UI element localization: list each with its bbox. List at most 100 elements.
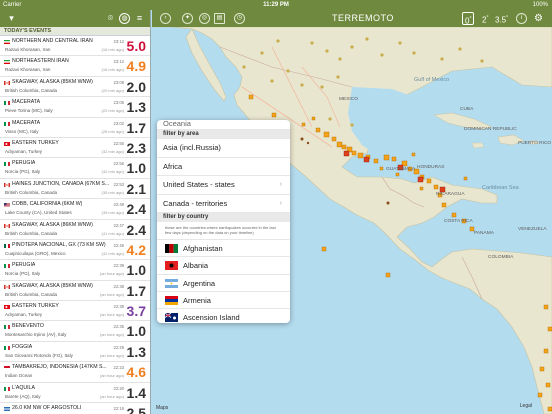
event-place: EASTERN TURKEY: [12, 303, 59, 310]
event-row[interactable]: PERUGIA Norcia (PG), Italy 22:56 (32 min ag…: [0, 158, 150, 179]
country-label: Armenia: [183, 295, 211, 305]
event-region: British Columbia, Canada: [5, 189, 58, 195]
flag-mx-icon: [4, 243, 10, 248]
flag-it-icon: [4, 264, 10, 269]
event-row[interactable]: PERUGIA Norcia (PG), Italy 22:39 (an hour a…: [0, 260, 150, 281]
event-magnitude: 4.2: [126, 241, 146, 258]
event-magnitude: 1.0: [126, 262, 146, 279]
event-region: Norcia (PG), Italy: [5, 271, 41, 277]
depth-filter[interactable]: 0°: [462, 12, 475, 26]
settings-gear-icon[interactable]: ⚙: [533, 13, 544, 24]
country-row-albania[interactable]: Albania: [157, 257, 290, 275]
document-icon[interactable]: ▤: [214, 13, 225, 24]
event-place: NORTHEASTERN IRAN: [12, 58, 69, 65]
event-ago: (an hour ago): [99, 312, 124, 318]
country-row-ascension-island[interactable]: Ascension Island: [157, 309, 290, 323]
area-row-canada-territories[interactable]: Canada - territories ›: [157, 195, 290, 213]
event-row[interactable]: BENEVENTO Montesarchio Irpino (AV), Italy…: [0, 321, 150, 342]
event-region: Razavi Khorasan, Iran: [5, 47, 51, 52]
event-time: 22:38: [113, 283, 124, 289]
event-place: MACERATA: [12, 99, 41, 106]
flag-it-icon: [4, 101, 10, 106]
flag-ir-icon: [4, 40, 10, 44]
label-guatemala: GUATEMALA: [386, 167, 416, 172]
event-region: Adıyaman, Turkey: [5, 148, 43, 154]
event-region: Lake County (CA), United States: [5, 210, 72, 216]
event-row[interactable]: MACERATA Visso (MC), Italy 23:02 (26 min ag…: [0, 118, 150, 138]
event-region: Pieve Torina (MC), Italy: [5, 108, 53, 114]
battery-indicator: 100%: [532, 2, 548, 8]
flag-us-icon: [4, 203, 10, 208]
country-row-armenia[interactable]: Armenia: [157, 292, 290, 310]
label-gulf-of-mexico: Gulf of Mexico: [414, 77, 450, 83]
filter-icon[interactable]: ▾: [6, 13, 17, 24]
label-cuba: CUBA: [460, 107, 474, 112]
event-place: L'AQUILA: [12, 384, 35, 391]
event-place: PINOTEPA NACIONAL, GX (73 KM SW): [12, 241, 106, 248]
event-row[interactable]: HAINES JUNCTION, CANADA (67KM S... Britis…: [0, 179, 150, 200]
event-place: PERUGIA: [12, 262, 36, 269]
event-ago: (an hour ago): [99, 332, 124, 338]
label-caribbean-sea: Caribbean Sea: [482, 185, 519, 191]
back-icon[interactable]: ‹: [160, 13, 171, 24]
event-ago: (35 min ago): [101, 189, 124, 195]
event-place: TAMBAKREJO, INDONESIA (147KM S...: [12, 364, 107, 371]
event-row[interactable]: NORTHERN AND CENTRAL IRAN Razavi Khorasan…: [0, 36, 150, 57]
info-icon[interactable]: i: [516, 13, 527, 24]
event-region: Norcia (PG), Italy: [5, 169, 41, 175]
label-costa-rica: COSTA RICA: [444, 219, 473, 224]
flag-ca-icon: [4, 80, 10, 85]
menu-list-icon[interactable]: ≡: [134, 13, 145, 24]
event-row[interactable]: EASTERN TURKEY Adıyaman, Turkey 22:56 (32 m…: [0, 138, 150, 159]
event-ago: (26 min ago): [101, 128, 124, 134]
event-row[interactable]: SKAGWAY, ALASKA (85KM WNW) British Columb…: [0, 77, 150, 98]
sidebar-toolbar: ▾ ⌾ ◍ ≡: [0, 10, 150, 27]
event-magnitude: 2.1: [126, 180, 146, 197]
area-row-asia[interactable]: Asia (incl.Russia): [157, 139, 290, 158]
event-row[interactable]: MACERATA Pieve Torina (MC), Italy 23:06 (22…: [0, 97, 150, 118]
event-region: San Giovanni Rotondo (FG), Italy: [5, 352, 73, 358]
country-row-argentina[interactable]: Argentina: [157, 275, 290, 292]
event-row[interactable]: NORTHEASTERN IRAN Razavi Khorasan, Iran 23…: [0, 56, 150, 77]
event-row[interactable]: TAMBAKREJO, INDONESIA (147KM S... Indian …: [0, 362, 150, 383]
country-row-afghanistan[interactable]: Afghanistan: [157, 240, 290, 258]
area-row-africa[interactable]: Africa: [157, 158, 290, 176]
satellite-dish-icon[interactable]: ⌾: [105, 13, 116, 24]
area-row-us-states[interactable]: United States - states ›: [157, 176, 290, 195]
label-venezuela: VENEZUELA: [518, 227, 547, 232]
filter-popover: Oceania filter by area Asia (incl.Russia…: [157, 120, 290, 323]
event-ago: (16 min ago): [101, 47, 124, 52]
zoom-level[interactable]: 3.5°: [495, 12, 508, 25]
legal-link[interactable]: Legal: [520, 403, 532, 409]
event-row[interactable]: 26.0 KM NW OF ARGOSTOLIIonian Sea, Greec…: [0, 403, 150, 414]
event-row[interactable]: EASTERN TURKEY Adıyaman, Turkey 22:38 (an h…: [0, 301, 150, 322]
min-magnitude[interactable]: 2°: [482, 12, 488, 25]
event-magnitude: 1.3: [126, 99, 146, 116]
event-place: NORTHERN AND CENTRAL IRAN: [12, 38, 93, 44]
status-bar: Carrier 11:29 PM 100%: [0, 0, 552, 10]
event-row[interactable]: FOGGIA San Giovanni Rotondo (FG), Italy 22…: [0, 342, 150, 363]
country-label: Albania: [183, 261, 209, 271]
event-row[interactable]: SKAGWAY, ALASKA (85KM WNW) British Columb…: [0, 281, 150, 302]
event-list[interactable]: NORTHERN AND CENTRAL IRAN Razavi Khorasan…: [0, 36, 150, 414]
area-label: Asia (incl.Russia): [163, 143, 221, 152]
event-time: 23:02: [113, 120, 124, 126]
clock-icon[interactable]: ◷: [234, 13, 245, 24]
event-row[interactable]: SKAGWAY, ALASKA (86KM WNW) British Columb…: [0, 220, 150, 240]
event-magnitude: 1.0: [126, 160, 146, 177]
event-region: Razavi Khorasan, Iran: [5, 67, 51, 73]
globe-icon[interactable]: ◎: [199, 13, 210, 24]
event-magnitude: 1.4: [126, 384, 146, 401]
event-row[interactable]: COBB, CALIFORNIA (6KM W) Lake County (CA)…: [0, 199, 150, 220]
globe-icon[interactable]: ◍: [119, 13, 130, 24]
flag-ascension-island-icon: [165, 313, 178, 323]
flag-ir-icon: [4, 60, 10, 65]
filter-area-header: filter by area: [157, 130, 290, 139]
event-row[interactable]: PINOTEPA NACIONAL, GX (73 KM SW) Cuajinic…: [0, 240, 150, 261]
compass-icon[interactable]: ✦: [182, 13, 193, 24]
event-row[interactable]: L'AQUILA Barete (AQ), Italy 22:20 (an hour …: [0, 383, 150, 404]
event-place: SKAGWAY, ALASKA (85KM WNW): [12, 282, 93, 289]
area-row-oceania[interactable]: Oceania: [157, 120, 290, 130]
flag-it-icon: [4, 325, 10, 330]
label-dominican: DOMINICAN REPUBLIC: [464, 127, 517, 132]
